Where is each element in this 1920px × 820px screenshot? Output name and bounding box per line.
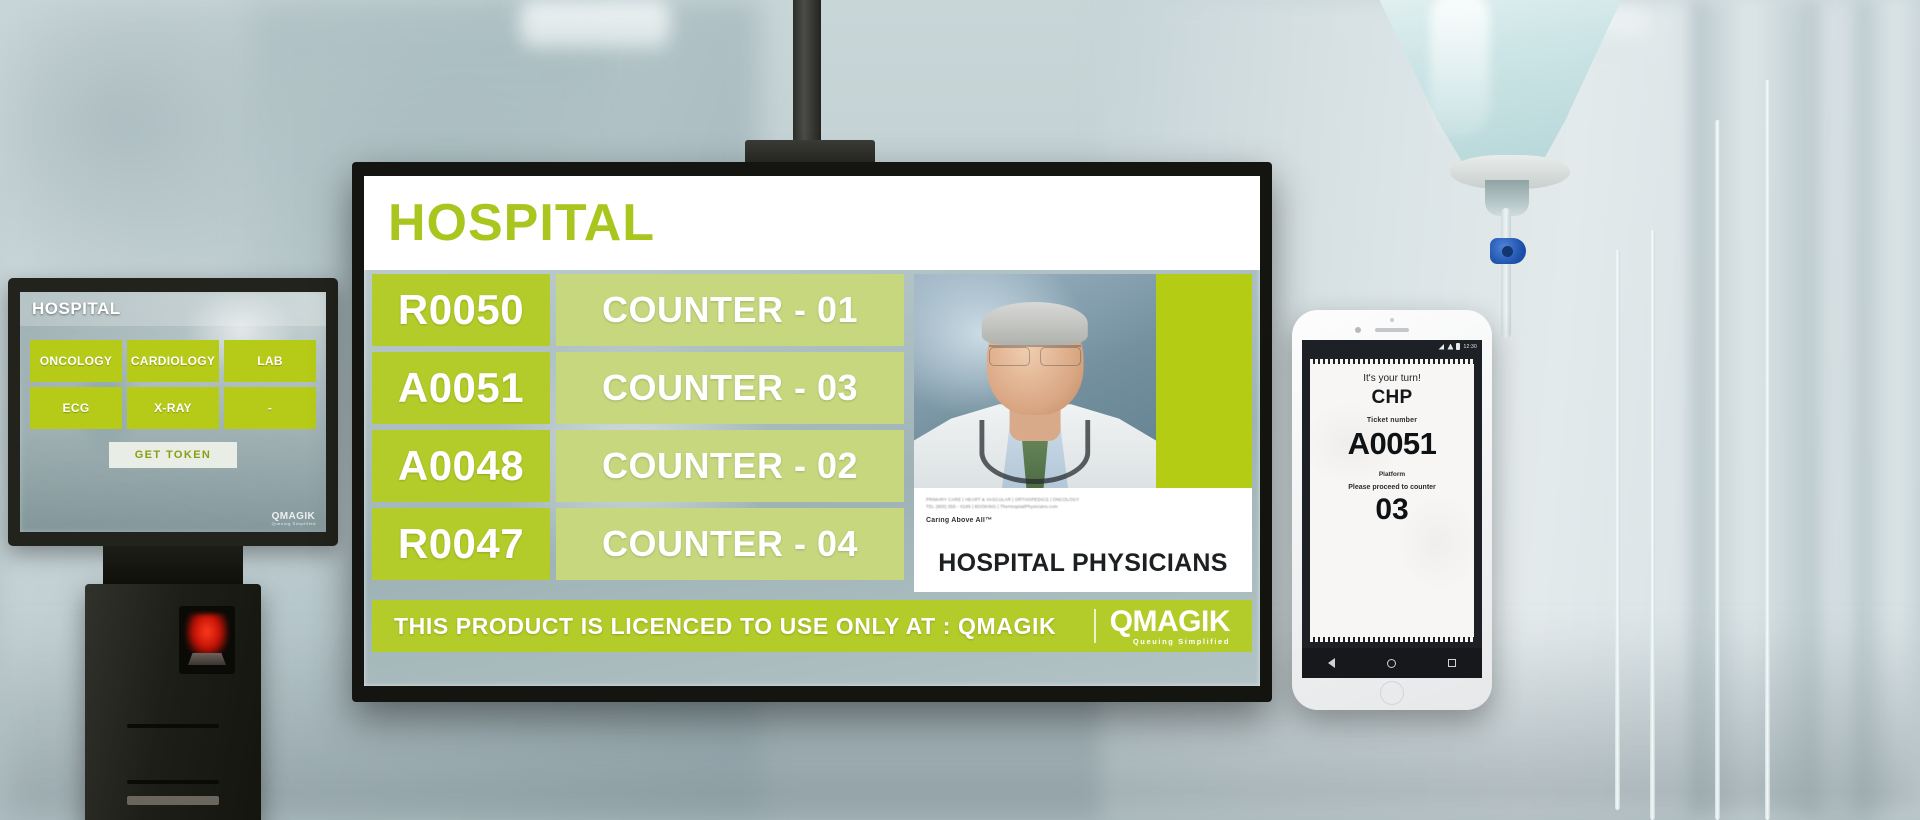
ticket-number-value: A0051 bbox=[1347, 426, 1437, 461]
kiosk-header: HOSPITAL bbox=[20, 292, 326, 326]
doctor-photo bbox=[914, 274, 1156, 488]
kiosk-brand-tagline: Queuing Simplified bbox=[271, 521, 316, 526]
advertisement-fine-print-line1: PRIMARY CARE | HEART & VASCULAR | ORTHOP… bbox=[926, 497, 1080, 502]
counter-number-value: 03 bbox=[1375, 493, 1409, 526]
queue-ticket-number: A0051 bbox=[372, 352, 550, 424]
kiosk-pedestal bbox=[85, 584, 261, 820]
kiosk-ticket-slot bbox=[127, 724, 219, 728]
kiosk-title: HOSPITAL bbox=[32, 299, 121, 318]
iv-bottle-icon bbox=[1365, 0, 1635, 180]
phone-earpiece bbox=[1375, 328, 1409, 332]
kiosk-service-grid: ONCOLOGY CARDIOLOGY LAB ECG X-RAY - bbox=[30, 340, 316, 429]
kiosk-stand-neck bbox=[103, 546, 243, 584]
phone-proximity-sensor bbox=[1390, 318, 1394, 322]
iv-tube-long bbox=[1715, 120, 1720, 820]
ceiling-light bbox=[520, 0, 670, 48]
advertisement-panel: PRIMARY CARE | HEART & VASCULAR | ORTHOP… bbox=[914, 274, 1252, 592]
phone-home-button[interactable] bbox=[1380, 681, 1404, 705]
scanner-plate bbox=[188, 653, 226, 665]
iv-bottle-highlight bbox=[1430, 0, 1490, 138]
kiosk-screen[interactable]: HOSPITAL ONCOLOGY CARDIOLOGY LAB ECG X-R… bbox=[20, 292, 326, 532]
phone-screen[interactable]: 12:30 It's your turn! CHP Ticket number … bbox=[1302, 340, 1482, 678]
advertisement-fine-print-line2: TEL (800) 555 - 0199 | BOOKING | TheHosp… bbox=[926, 503, 1058, 509]
display-header: HOSPITAL bbox=[364, 176, 1260, 270]
wifi-icon bbox=[1447, 343, 1454, 350]
phone-front-camera bbox=[1355, 327, 1361, 333]
kiosk-button-xray[interactable]: X-RAY bbox=[127, 387, 219, 429]
kiosk-vent-slot bbox=[127, 780, 219, 784]
phone-status-bar: 12:30 bbox=[1302, 340, 1482, 353]
licence-text: THIS PRODUCT IS LICENCED TO USE ONLY AT … bbox=[394, 612, 1057, 639]
iv-tube-long bbox=[1650, 230, 1655, 820]
queue-display-screen: HOSPITAL R0050 COUNTER - 01 A0051 COUNTE… bbox=[364, 176, 1260, 686]
footer-brand-logo: QMAGIK Queuing Simplified bbox=[1109, 604, 1242, 646]
kiosk-printer-slot bbox=[127, 796, 219, 805]
kiosk-brand-logo: QMAGIK Queuing Simplified bbox=[272, 512, 316, 526]
get-token-button[interactable]: GET TOKEN bbox=[108, 442, 238, 468]
queue-row: A0051 COUNTER - 03 bbox=[372, 352, 904, 424]
kiosk-button-empty[interactable]: - bbox=[224, 387, 316, 429]
display-footer-banner: THIS PRODUCT IS LICENCED TO USE ONLY AT … bbox=[372, 600, 1252, 652]
kiosk-bezel: HOSPITAL ONCOLOGY CARDIOLOGY LAB ECG X-R… bbox=[8, 278, 338, 546]
recents-icon[interactable] bbox=[1448, 659, 1456, 667]
queue-counter-label: COUNTER - 03 bbox=[556, 352, 904, 424]
queue-row: R0050 COUNTER - 01 bbox=[372, 274, 904, 346]
kiosk-button-ecg[interactable]: ECG bbox=[30, 387, 122, 429]
queue-counter-label: COUNTER - 04 bbox=[556, 508, 904, 580]
queue-list: R0050 COUNTER - 01 A0051 COUNTER - 03 A0… bbox=[364, 274, 904, 592]
queue-ticket-number: A0048 bbox=[372, 430, 550, 502]
advertisement-tagline: Caring Above All™ bbox=[926, 517, 993, 525]
digital-ticket: It's your turn! CHP Ticket number A0051 … bbox=[1310, 359, 1474, 642]
queue-counter-label: COUNTER - 01 bbox=[556, 274, 904, 346]
status-time: 12:30 bbox=[1463, 343, 1477, 350]
advertisement-headline: HOSPITAL PHYSICIANS bbox=[938, 549, 1228, 577]
display-title: HOSPITAL bbox=[388, 194, 656, 252]
advertisement-photo-row bbox=[914, 274, 1252, 488]
ticket-number-label: Ticket number bbox=[1366, 417, 1418, 424]
queue-display-monitor: HOSPITAL R0050 COUNTER - 01 A0051 COUNTE… bbox=[352, 162, 1272, 702]
iv-tube-long bbox=[1615, 250, 1620, 810]
iv-roller-clamp-icon bbox=[1490, 238, 1526, 264]
kiosk-button-lab[interactable]: LAB bbox=[224, 340, 316, 382]
home-icon[interactable] bbox=[1387, 658, 1396, 668]
smartphone: 12:30 It's your turn! CHP Ticket number … bbox=[1292, 310, 1492, 710]
fingerprint-scanner[interactable] bbox=[179, 606, 235, 674]
doctor-hair bbox=[981, 301, 1089, 345]
footer-brand-tagline: Queuing Simplified bbox=[1132, 636, 1230, 646]
turn-message: It's your turn! bbox=[1363, 373, 1421, 384]
glasses-icon bbox=[989, 344, 1081, 367]
back-icon[interactable] bbox=[1328, 658, 1335, 668]
platform-label: Platform bbox=[1378, 471, 1406, 478]
display-body: R0050 COUNTER - 01 A0051 COUNTER - 03 A0… bbox=[364, 270, 1260, 592]
advertisement-green-band bbox=[1156, 274, 1252, 488]
footer-divider bbox=[1093, 609, 1096, 643]
android-nav-bar bbox=[1302, 648, 1482, 678]
proceed-message: Please proceed to counter bbox=[1348, 484, 1436, 491]
footer-brand-name: QMAGIK bbox=[1109, 604, 1231, 638]
queue-ticket-number: R0050 bbox=[372, 274, 550, 346]
advertisement-meta: PRIMARY CARE | HEART & VASCULAR | ORTHOP… bbox=[914, 488, 1252, 524]
queue-counter-label: COUNTER - 02 bbox=[556, 430, 904, 502]
signal-icon bbox=[1438, 343, 1445, 350]
kiosk-button-cardiology[interactable]: CARDIOLOGY bbox=[127, 340, 219, 382]
queue-row: R0047 COUNTER - 04 bbox=[372, 508, 904, 580]
scanner-red-light-icon bbox=[186, 614, 228, 658]
department-code: CHP bbox=[1371, 387, 1413, 408]
self-service-kiosk: HOSPITAL ONCOLOGY CARDIOLOGY LAB ECG X-R… bbox=[8, 278, 338, 820]
queue-ticket-number: R0047 bbox=[372, 508, 550, 580]
iv-tube-long bbox=[1765, 80, 1770, 820]
queue-row: A0048 COUNTER - 02 bbox=[372, 430, 904, 502]
iv-drip-assembly bbox=[1325, 0, 1685, 338]
battery-icon bbox=[1456, 343, 1461, 350]
kiosk-token-area: GET TOKEN bbox=[20, 442, 326, 468]
iv-tube bbox=[1501, 208, 1511, 338]
kiosk-button-oncology[interactable]: ONCOLOGY bbox=[30, 340, 122, 382]
